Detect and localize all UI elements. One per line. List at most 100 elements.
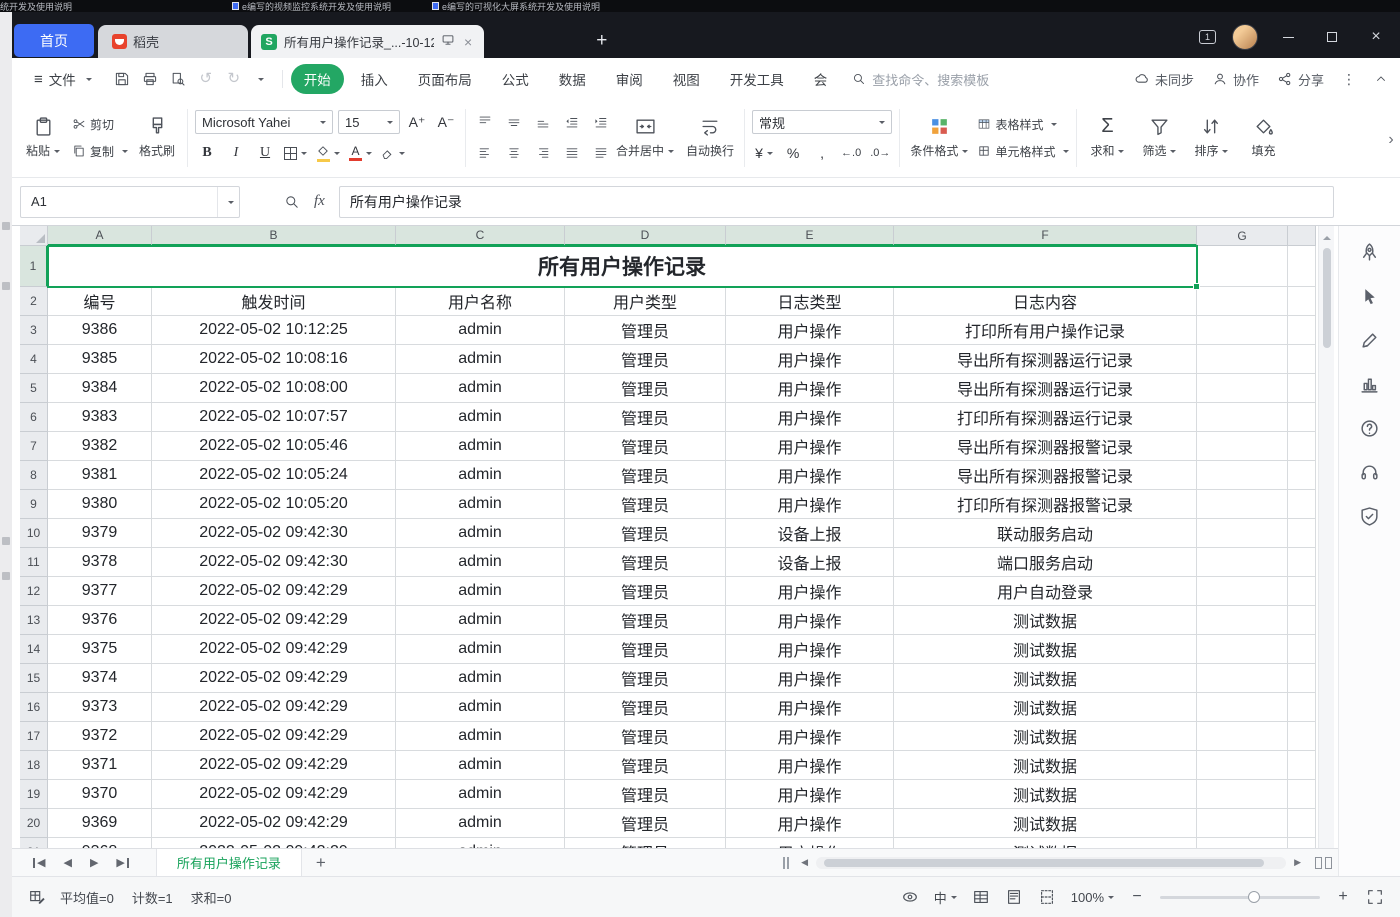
table-cell[interactable]: 9375 — [48, 635, 152, 664]
table-cell[interactable]: 用户操作 — [726, 664, 894, 693]
fill-button[interactable]: 填充 — [1240, 106, 1286, 170]
page-break-view-icon[interactable] — [1038, 888, 1056, 906]
table-cell[interactable]: 测试数据 — [894, 635, 1197, 664]
tab-docer[interactable]: 稻壳 — [98, 25, 248, 58]
row-header-8[interactable]: 8 — [20, 461, 48, 490]
table-cell[interactable]: 9373 — [48, 693, 152, 722]
service-icon[interactable] — [1350, 452, 1390, 492]
align-middle-button[interactable] — [502, 110, 526, 134]
page-layout-view-icon[interactable] — [1005, 888, 1023, 906]
table-cell[interactable]: 管理员 — [565, 316, 726, 345]
merged-title-cell[interactable]: 所有用户操作记录 — [48, 246, 1197, 287]
fill-handle[interactable] — [1193, 283, 1200, 290]
justify-button[interactable] — [560, 141, 584, 165]
row-header-1[interactable]: 1 — [20, 246, 48, 287]
row-header-5[interactable]: 5 — [20, 374, 48, 403]
table-cell[interactable]: admin — [396, 461, 565, 490]
chart-icon[interactable] — [1350, 364, 1390, 404]
table-cell[interactable] — [1197, 519, 1288, 548]
table-cell[interactable]: admin — [396, 722, 565, 751]
table-cell[interactable]: 2022-05-02 10:05:46 — [152, 432, 396, 461]
column-header-partial[interactable] — [1288, 226, 1316, 246]
table-cell[interactable]: 测试数据 — [894, 664, 1197, 693]
table-cell[interactable]: 管理员 — [565, 432, 726, 461]
table-cell[interactable]: 测试数据 — [894, 809, 1197, 838]
table-cell[interactable]: admin — [396, 519, 565, 548]
table-cell[interactable]: admin — [396, 403, 565, 432]
increase-font-button[interactable]: A⁺ — [405, 110, 429, 134]
column-header-A[interactable]: A — [48, 226, 152, 246]
column-header-E[interactable]: E — [726, 226, 894, 246]
sort-button[interactable]: 排序 — [1188, 106, 1234, 170]
sheet-edit-icon[interactable] — [28, 888, 46, 906]
table-cell[interactable]: 2022-05-02 09:42:29 — [152, 809, 396, 838]
table-cell[interactable]: 2022-05-02 09:42:29 — [152, 780, 396, 809]
table-cell[interactable] — [1197, 287, 1288, 316]
table-cell[interactable]: 9384 — [48, 374, 152, 403]
table-cell[interactable] — [1288, 432, 1316, 461]
collaborate-button[interactable]: 协作 — [1212, 70, 1259, 89]
table-cell[interactable]: 设备上报 — [726, 519, 894, 548]
sum-button[interactable]: Σ 求和 — [1084, 106, 1130, 170]
ribbon-tab-3[interactable]: 公式 — [489, 64, 542, 94]
italic-button[interactable]: I — [224, 141, 248, 165]
row-header-14[interactable]: 14 — [20, 635, 48, 664]
table-cell[interactable]: 用户名称 — [396, 287, 565, 316]
horizontal-scrollbar[interactable] — [816, 857, 1286, 869]
align-top-button[interactable] — [473, 110, 497, 134]
table-cell[interactable]: 9370 — [48, 780, 152, 809]
table-cell[interactable]: 测试数据 — [894, 722, 1197, 751]
table-cell[interactable] — [1288, 780, 1316, 809]
ribbon-tab-0[interactable]: 开始 — [291, 64, 344, 94]
row-header-10[interactable]: 10 — [20, 519, 48, 548]
decrease-indent-button[interactable] — [560, 110, 584, 134]
table-cell[interactable] — [1288, 606, 1316, 635]
print-icon[interactable] — [142, 71, 158, 87]
row-header-20[interactable]: 20 — [20, 809, 48, 838]
row-header-7[interactable]: 7 — [20, 432, 48, 461]
table-cell[interactable]: 管理员 — [565, 461, 726, 490]
table-cell[interactable]: 2022-05-02 09:42:29 — [152, 664, 396, 693]
clear-format-button[interactable] — [379, 141, 407, 165]
close-button[interactable]: × — [1362, 26, 1390, 48]
table-cell[interactable]: 用户操作 — [726, 316, 894, 345]
row-header-6[interactable]: 6 — [20, 403, 48, 432]
merge-center-button[interactable]: 合并居中 — [613, 106, 677, 170]
table-cell[interactable]: 打印所有探测器运行记录 — [894, 403, 1197, 432]
table-cell[interactable]: 9385 — [48, 345, 152, 374]
table-cell[interactable]: 测试数据 — [894, 838, 1197, 848]
normal-view-icon[interactable] — [972, 888, 990, 906]
fullscreen-icon[interactable] — [1366, 888, 1384, 906]
increase-decimal-button[interactable]: ←.0 — [839, 141, 863, 165]
align-right-button[interactable] — [531, 141, 555, 165]
first-sheet-button[interactable]: ◀ — [24, 858, 54, 868]
table-cell[interactable]: 管理员 — [565, 606, 726, 635]
table-cell[interactable]: 管理员 — [565, 490, 726, 519]
table-cell[interactable] — [1288, 461, 1316, 490]
table-cell[interactable]: 管理员 — [565, 548, 726, 577]
column-header-F[interactable]: F — [894, 226, 1197, 246]
ribbon-tab-6[interactable]: 视图 — [660, 64, 713, 94]
save-icon[interactable] — [114, 71, 130, 87]
cut-button[interactable]: 剪切 — [72, 116, 128, 133]
table-cell[interactable]: 导出所有探测器报警记录 — [894, 432, 1197, 461]
table-cell[interactable] — [1288, 345, 1316, 374]
row-header-12[interactable]: 12 — [20, 577, 48, 606]
table-cell[interactable]: 打印所有用户操作记录 — [894, 316, 1197, 345]
zoom-out-button[interactable]: − — [1129, 888, 1145, 906]
table-cell[interactable]: 2022-05-02 10:07:57 — [152, 403, 396, 432]
table-cell[interactable]: 测试数据 — [894, 693, 1197, 722]
table-cell[interactable]: 9381 — [48, 461, 152, 490]
redo-icon[interactable]: ↻ — [226, 71, 242, 87]
table-cell[interactable]: 用户操作 — [726, 751, 894, 780]
table-cell[interactable] — [1197, 722, 1288, 751]
table-cell[interactable]: 2022-05-02 09:42:30 — [152, 548, 396, 577]
spreadsheet-grid[interactable]: ABCDEFG1所有用户操作记录2编号触发时间用户名称用户类型日志类型日志内容3… — [20, 226, 1316, 848]
prev-sheet-button[interactable]: ◀ — [54, 856, 80, 869]
table-cell[interactable]: 用户操作 — [726, 461, 894, 490]
table-cell[interactable]: 测试数据 — [894, 606, 1197, 635]
table-cell[interactable] — [1288, 519, 1316, 548]
row-header-19[interactable]: 19 — [20, 780, 48, 809]
align-left-button[interactable] — [473, 141, 497, 165]
column-header-C[interactable]: C — [396, 226, 565, 246]
